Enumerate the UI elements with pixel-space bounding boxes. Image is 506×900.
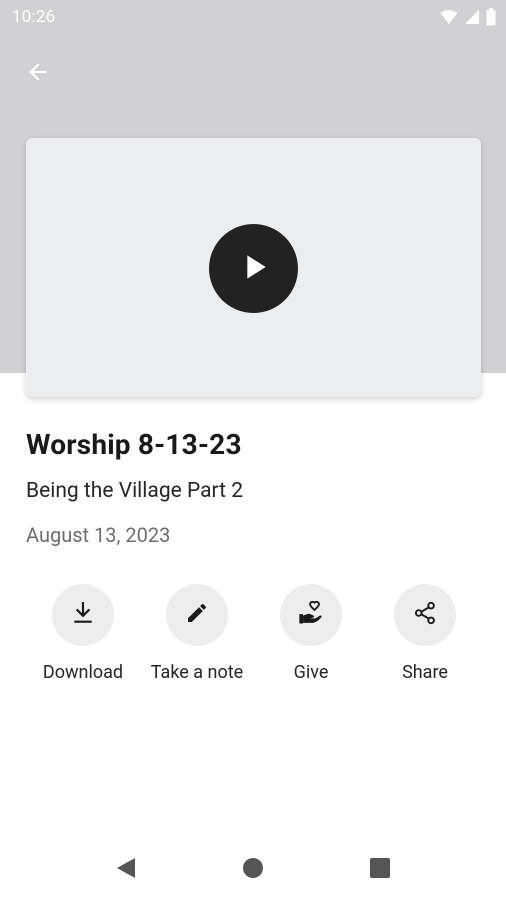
give-label: Give (293, 662, 329, 683)
download-button[interactable]: Download (23, 584, 143, 683)
pencil-icon (185, 601, 209, 629)
nav-home-icon (242, 857, 264, 883)
status-icons (440, 8, 496, 30)
nav-back-icon (115, 856, 137, 884)
video-thumbnail[interactable] (26, 138, 481, 397)
take-note-button-circle[interactable] (166, 584, 228, 646)
sermon-subtitle: Being the Village Part 2 (26, 479, 244, 503)
share-button-circle[interactable] (394, 584, 456, 646)
give-heart-hand-icon (297, 599, 325, 631)
wifi-icon (440, 9, 458, 29)
share-label: Share (402, 662, 448, 683)
play-button[interactable] (209, 224, 298, 313)
take-note-label: Take a note (150, 662, 244, 683)
back-button[interactable] (18, 54, 58, 94)
status-time: 10:26 (12, 7, 56, 27)
give-button-circle[interactable] (280, 584, 342, 646)
sermon-title: Worship 8-13-23 (26, 428, 242, 461)
share-icon (412, 600, 438, 630)
give-button[interactable]: Give (251, 584, 371, 683)
signal-icon (464, 9, 480, 29)
nav-recents-button[interactable] (362, 852, 398, 888)
download-label: Download (42, 662, 124, 683)
battery-icon (486, 8, 496, 30)
nav-home-button[interactable] (235, 852, 271, 888)
take-note-button[interactable]: Take a note (137, 584, 257, 683)
nav-back-button[interactable] (108, 852, 144, 888)
share-button[interactable]: Share (365, 584, 485, 683)
download-button-circle[interactable] (52, 584, 114, 646)
download-icon (70, 600, 96, 630)
arrow-back-icon (25, 59, 51, 89)
nav-recents-icon (369, 857, 391, 883)
status-bar: 10:26 (0, 0, 506, 36)
play-icon (234, 247, 274, 291)
system-nav-bar (0, 840, 506, 900)
sermon-date: August 13, 2023 (26, 523, 171, 547)
